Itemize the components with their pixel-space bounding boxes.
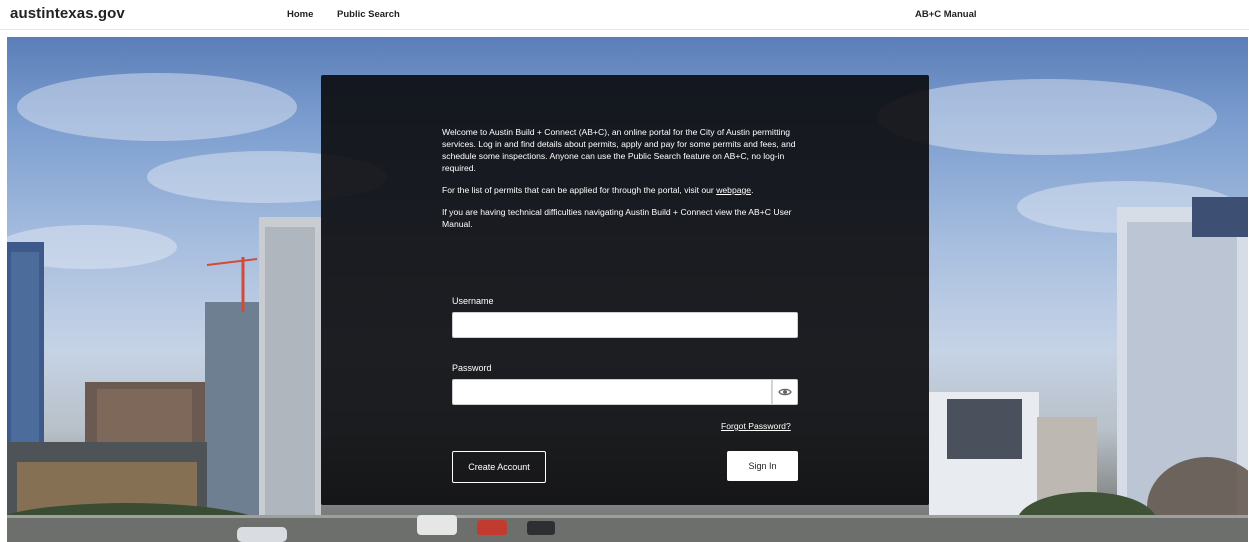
intro-permits-prefix: For the list of permits that can be appl… xyxy=(442,185,717,195)
show-password-button[interactable] xyxy=(772,379,798,405)
sign-in-button[interactable]: Sign In xyxy=(727,451,798,481)
password-label: Password xyxy=(452,363,492,373)
top-navigation-bar: austintexas.gov Home Public Search AB+C … xyxy=(0,0,1249,30)
webpage-link[interactable]: webpage xyxy=(716,185,751,195)
nav-abc-manual-link[interactable]: AB+C Manual xyxy=(915,9,977,20)
username-label: Username xyxy=(452,296,494,306)
nav-home-link[interactable]: Home xyxy=(287,9,313,20)
intro-paragraph-manual: If you are having technical difficulties… xyxy=(442,207,792,229)
intro-text: Welcome to Austin Build + Connect (AB+C)… xyxy=(442,126,807,240)
nav-public-search-link[interactable]: Public Search xyxy=(337,9,400,20)
create-account-button[interactable]: Create Account xyxy=(452,451,546,483)
intro-paragraph-permits: For the list of permits that can be appl… xyxy=(442,184,807,196)
intro-paragraph-welcome: Welcome to Austin Build + Connect (AB+C)… xyxy=(442,127,796,173)
username-input[interactable] xyxy=(452,312,798,338)
forgot-password-link[interactable]: Forgot Password? xyxy=(721,421,791,431)
intro-permits-suffix: . xyxy=(751,185,754,195)
password-input[interactable] xyxy=(452,379,772,405)
eye-icon xyxy=(778,388,792,396)
login-panel: Welcome to Austin Build + Connect (AB+C)… xyxy=(321,75,929,505)
site-brand-link[interactable]: austintexas.gov xyxy=(10,5,125,22)
